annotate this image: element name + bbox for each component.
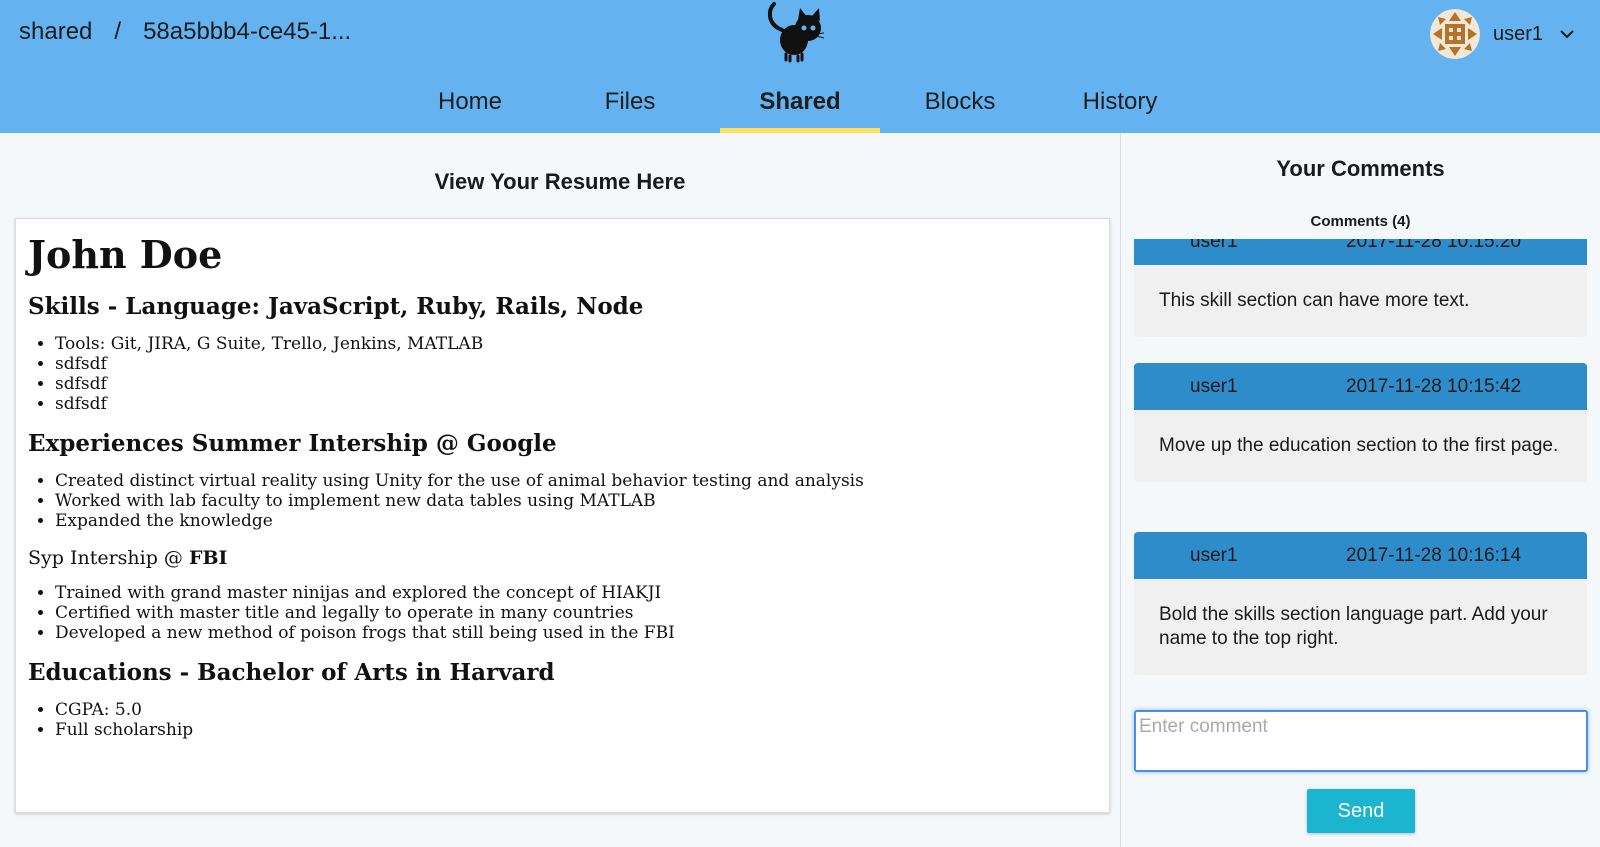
comment-input[interactable]	[1134, 710, 1588, 772]
tab-files[interactable]: Files	[550, 80, 710, 133]
resume-document[interactable]: John Doe Skills - Language: JavaScript, …	[15, 218, 1110, 813]
education-list: CGPA: 5.0 Full scholarship	[55, 700, 1097, 740]
comment-author: user1	[1190, 544, 1238, 566]
avatar[interactable]	[1429, 9, 1480, 59]
app-header: shared / 58a5bbb4-ce45-1... user1 Home F…	[0, 0, 1600, 133]
comment-header: user1 2017-11-28 10:15:20	[1134, 239, 1587, 265]
send-button[interactable]: Send	[1307, 789, 1415, 833]
chevron-down-icon[interactable]	[1556, 23, 1578, 45]
tab-home[interactable]: Home	[390, 80, 550, 133]
breadcrumb-document-id: 58a5bbb4-ce45-1...	[143, 18, 352, 45]
comment-author: user1	[1190, 375, 1238, 397]
comment-timestamp: 2017-11-28 10:15:42	[1346, 375, 1522, 397]
experience-heading: Experiences Summer Intership @ Google	[28, 430, 557, 457]
comment-card: user1 2017-11-28 10:15:20 This skill sec…	[1134, 239, 1587, 337]
comment-card: user1 2017-11-28 10:15:42 Move up the ed…	[1134, 363, 1587, 482]
list-item: sdfsdf	[55, 354, 1097, 374]
comments-panel: Your Comments Comments (4) user1 2017-11…	[1121, 133, 1600, 847]
list-item: CGPA: 5.0	[55, 700, 1097, 720]
comment-header: user1 2017-11-28 10:15:42	[1134, 363, 1587, 410]
comment-timestamp: 2017-11-28 10:16:14	[1346, 544, 1522, 566]
experience-list: Created distinct virtual reality using U…	[55, 471, 1097, 531]
list-item: Trained with grand master ninijas and ex…	[55, 583, 1097, 603]
comment-text: This skill section can have more text.	[1159, 290, 1470, 311]
comment-text: Move up the education section to the fir…	[1159, 435, 1559, 456]
list-item: Tools: Git, JIRA, G Suite, Trello, Jenki…	[55, 334, 1097, 354]
resume-panel-title: View Your Resume Here	[434, 169, 686, 194]
black-cat-logo-icon[interactable]	[760, 0, 840, 64]
list-item: sdfsdf	[55, 394, 1097, 414]
breadcrumb-separator: /	[114, 18, 122, 45]
resume-name: John Doe	[28, 232, 223, 277]
syp-prefix: Syp Intership @	[28, 547, 189, 569]
comments-panel-title: Your Comments	[1276, 156, 1445, 181]
list-item: Created distinct virtual reality using U…	[55, 471, 1097, 491]
comment-card: user1 2017-11-28 10:16:14 Bold the skill…	[1134, 532, 1587, 675]
list-item: Worked with lab faculty to implement new…	[55, 491, 1097, 511]
breadcrumb: shared / 58a5bbb4-ce45-1...	[19, 18, 351, 46]
list-item: Developed a new method of poison frogs t…	[55, 623, 1097, 643]
comment-header: user1 2017-11-28 10:16:14	[1134, 532, 1587, 579]
syp-org: FBI	[188, 547, 228, 569]
comments-count: Comments (4)	[1310, 213, 1411, 230]
list-item: Certified with master title and legally …	[55, 603, 1097, 623]
breadcrumb-root[interactable]: shared	[19, 18, 92, 46]
syp-list: Trained with grand master ninijas and ex…	[55, 583, 1097, 643]
username[interactable]: user1	[1493, 23, 1543, 46]
comment-timestamp: 2017-11-28 10:15:20	[1346, 239, 1522, 252]
tab-blocks[interactable]: Blocks	[880, 80, 1040, 133]
skills-list: Tools: Git, JIRA, G Suite, Trello, Jenki…	[55, 334, 1097, 414]
education-heading: Educations - Bachelor of Arts in Harvard	[28, 659, 555, 686]
list-item: Expanded the knowledge	[55, 511, 1097, 531]
user-menu[interactable]: user1	[1429, 9, 1578, 59]
comment-text: Bold the skills section language part. A…	[1159, 604, 1548, 649]
resume-panel: View Your Resume Here John Doe Skills - …	[0, 133, 1120, 847]
comment-author: user1	[1190, 239, 1238, 252]
main-nav: Home Files Shared Blocks History	[0, 80, 1600, 133]
syp-heading: Syp Intership @ FBI	[28, 547, 1097, 569]
skills-heading: Skills - Language: JavaScript, Ruby, Rai…	[28, 293, 644, 320]
tab-history[interactable]: History	[1040, 80, 1200, 133]
list-item: sdfsdf	[55, 374, 1097, 394]
list-item: Full scholarship	[55, 720, 1097, 740]
tab-shared[interactable]: Shared	[720, 80, 880, 133]
